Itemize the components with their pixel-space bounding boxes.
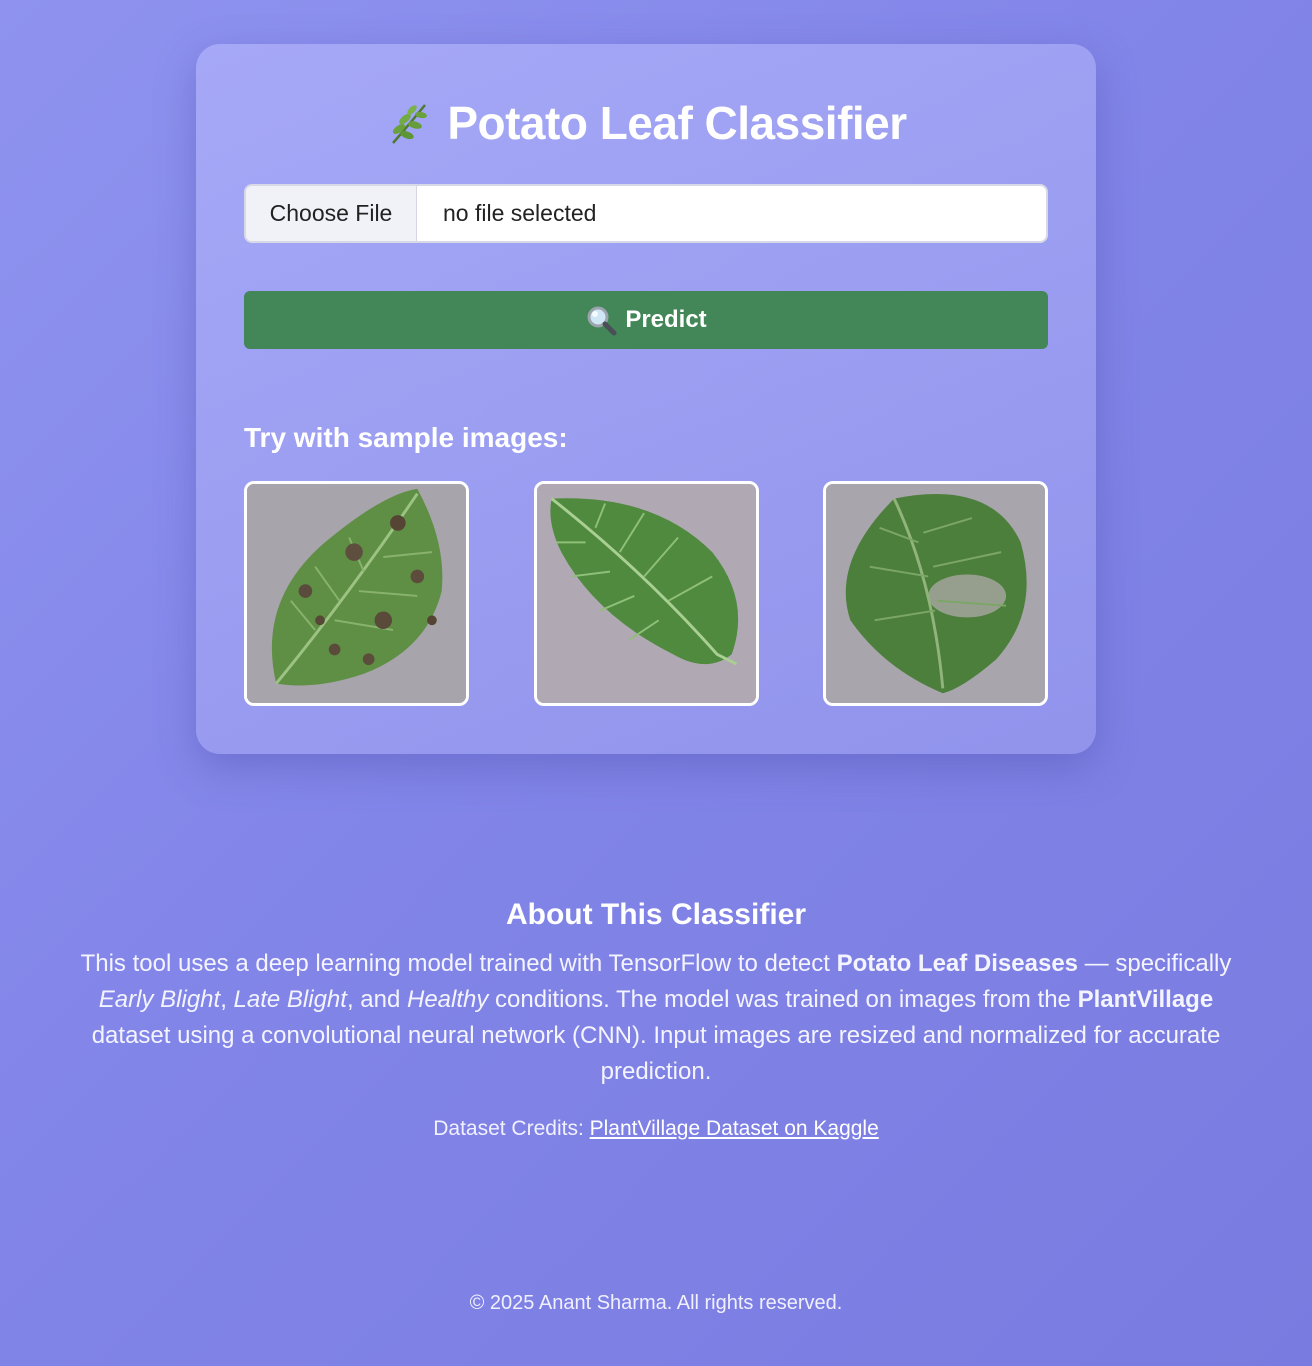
file-input[interactable]: Choose File no file selected [244,184,1048,243]
about-text-1: This tool uses a deep learning model tra… [80,950,837,977]
about-bold-plantvillage: PlantVillage [1077,986,1214,1013]
about-italic-healthy: Healthy [407,986,489,1013]
classifier-card: Potato Leaf Classifier Choose File no fi… [196,44,1096,754]
about-text-4: , and [346,986,407,1013]
sample-image-blight-leaf[interactable] [823,481,1048,706]
about-text-2: — specifically [1078,950,1232,977]
file-status-text: no file selected [443,200,597,226]
footer-copyright: © 2025 Anant Sharma. All rights reserved… [469,1292,843,1314]
predict-label: Predict [625,306,707,333]
leaf-blight-patch-image [826,484,1045,703]
about-italic-early-blight: Early Blight [98,986,221,1013]
magnifying-glass-icon [587,306,617,336]
plantvillage-dataset-link[interactable]: PlantVillage Dataset on Kaggle [590,1117,879,1140]
title-text: Potato Leaf Classifier [447,97,907,149]
sample-image-spotted-leaf[interactable] [244,481,469,706]
about-text-5: conditions. The model was trained on ima… [488,986,1078,1013]
choose-file-button[interactable]: Choose File [246,186,417,241]
about-title: About This Classifier [505,898,807,931]
about-text-3: , [220,986,234,1013]
credits-label: Dataset Credits: [433,1117,590,1140]
herb-icon [392,104,428,144]
about-bold-diseases: Potato Leaf Diseases [836,950,1079,977]
about-description: This tool uses a deep learning model tra… [76,946,1236,1090]
sample-image-healthy-leaf[interactable] [534,481,759,706]
about-text-6: dataset using a convolutional neural net… [91,1022,1221,1085]
predict-button[interactable]: Predict [244,291,1048,349]
samples-heading: Try with sample images: [244,422,568,453]
leaf-spotted-image [247,484,466,703]
page-title: Potato Leaf Classifier [196,96,1096,150]
leaf-healthy-image [537,484,756,703]
dataset-credits: Dataset Credits: PlantVillage Dataset on… [0,1117,1312,1141]
about-italic-late-blight: Late Blight [233,986,347,1013]
